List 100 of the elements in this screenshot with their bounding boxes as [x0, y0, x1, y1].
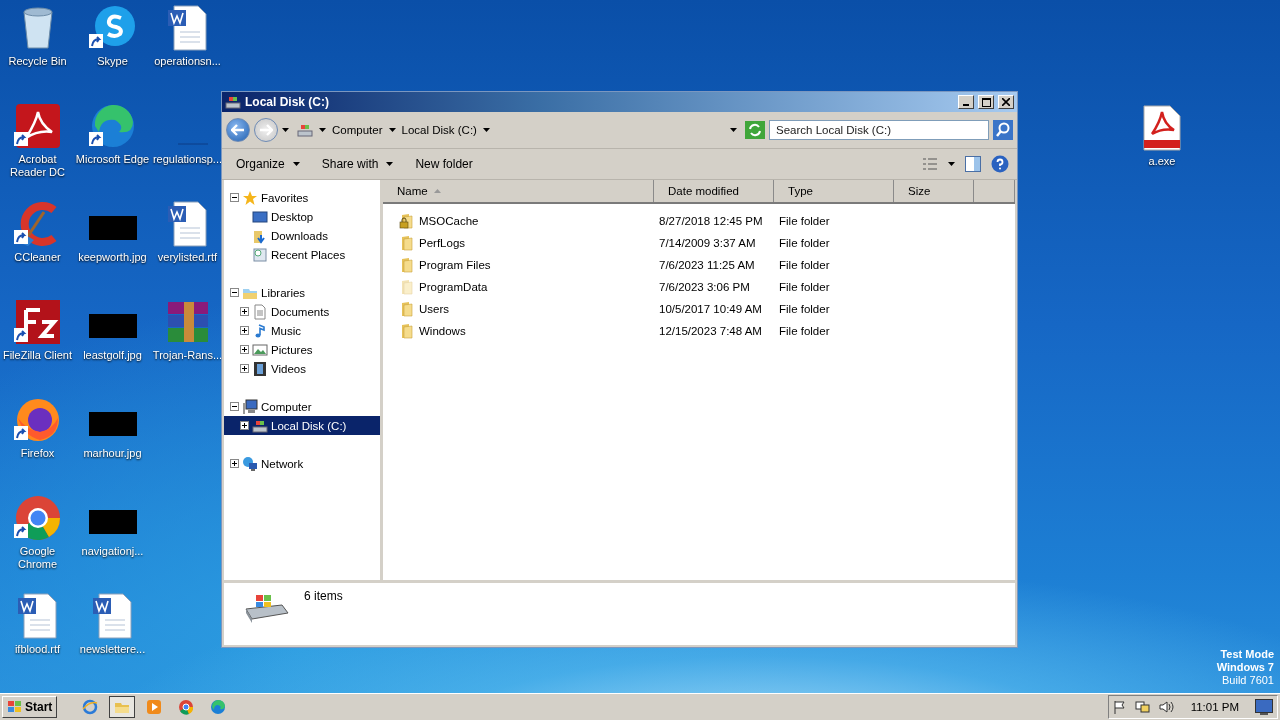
close-button[interactable] — [998, 95, 1014, 109]
firefox-icon[interactable] — [13, 396, 62, 444]
tree-item[interactable]: Network — [224, 454, 380, 473]
toolbar-button[interactable]: Organize — [230, 153, 306, 175]
expand-icon[interactable] — [240, 421, 249, 430]
tree-item[interactable]: Videos — [224, 359, 380, 378]
chrome-icon — [178, 699, 195, 715]
icon-label: keepworth.jpg — [77, 251, 148, 264]
windows-logo-icon — [7, 700, 23, 714]
caret-icon — [292, 162, 300, 166]
back-arrow-icon — [231, 124, 245, 136]
clock[interactable]: 11:01 PM — [1182, 701, 1247, 713]
icon-label: newslettere... — [78, 643, 147, 656]
type-cell-text: File folder — [778, 259, 831, 271]
column-header[interactable]: Size — [894, 180, 974, 202]
expand-icon[interactable] — [240, 364, 249, 373]
locked-folder-icon — [399, 213, 415, 229]
collapse-icon[interactable] — [230, 402, 239, 411]
file-name[interactable]: Program Files — [383, 257, 654, 273]
tree-item[interactable]: Favorites — [224, 188, 380, 207]
tree-item[interactable]: Documents — [224, 302, 380, 321]
folder-icon — [399, 257, 415, 273]
volume-icon[interactable] — [1158, 700, 1175, 714]
preview-pane-icon[interactable] — [965, 156, 981, 172]
type-cell-text: File folder — [778, 237, 831, 249]
type-cell-text: File folder — [778, 281, 831, 293]
date-cell-text: 10/5/2017 10:49 AM — [658, 303, 763, 315]
network-icon — [242, 455, 258, 472]
taskbar-app[interactable] — [109, 696, 136, 718]
recent-icon — [252, 246, 268, 263]
refresh-icon[interactable] — [745, 121, 765, 139]
ie-icon — [82, 699, 99, 715]
search-field[interactable]: Search Local Disk (C:) — [769, 120, 989, 140]
column-header[interactable]: Name — [383, 180, 654, 202]
date-cell-text: 12/15/2023 7:48 AM — [658, 325, 763, 337]
forward-button[interactable] — [254, 118, 278, 142]
file-name[interactable]: Windows — [383, 323, 654, 339]
icon-label: regulationsp... — [151, 153, 224, 166]
breadcrumb-item[interactable]: Computer — [332, 124, 383, 136]
expand-icon[interactable] — [240, 345, 249, 354]
icon-label: Firefox — [19, 447, 56, 460]
expand-icon[interactable] — [240, 326, 249, 335]
file-name[interactable]: Users — [383, 301, 654, 317]
desktop-icon — [252, 208, 268, 225]
chrome-icon[interactable] — [13, 494, 62, 542]
star-icon — [242, 189, 258, 206]
back-button[interactable] — [226, 118, 250, 142]
date-cell-text: 8/27/2018 12:45 PM — [658, 215, 764, 227]
tree-item[interactable]: Recent Places — [224, 245, 380, 264]
start-button[interactable]: Start — [2, 696, 58, 718]
icon-label: operationsn... — [153, 55, 222, 68]
collapse-icon[interactable] — [230, 193, 239, 202]
flag-icon[interactable] — [1112, 700, 1127, 714]
show-desktop-icon[interactable] — [1255, 699, 1273, 715]
tree-item[interactable]: Downloads — [224, 226, 380, 245]
column-header[interactable]: Date modified — [654, 180, 774, 202]
network-icon[interactable] — [1134, 700, 1151, 714]
search-icon[interactable] — [993, 120, 1013, 140]
drive-icon — [225, 94, 241, 110]
date-cell-text: 7/14/2009 3:37 AM — [658, 237, 757, 249]
expand-icon[interactable] — [240, 307, 249, 316]
toolbar-button[interactable]: Share with — [315, 153, 400, 175]
expand-icon[interactable] — [230, 459, 239, 468]
date-cell-text: 7/6/2023 3:06 PM — [658, 281, 751, 293]
filezilla-icon[interactable] — [13, 298, 62, 346]
tree-item[interactable]: Libraries — [224, 283, 380, 302]
icon-label: FileZilla Client — [1, 349, 74, 362]
folder-icon — [399, 235, 415, 251]
icon-label: a.exe — [1147, 155, 1177, 168]
edge-icon — [210, 699, 227, 715]
computer-icon — [242, 398, 258, 415]
icon-label: Acrobat Reader DC — [9, 153, 66, 179]
file-name[interactable]: MSOCache — [383, 213, 654, 229]
collapse-icon[interactable] — [230, 288, 239, 297]
tree-item[interactable]: Pictures — [224, 340, 380, 359]
tree-item[interactable]: Desktop — [224, 207, 380, 226]
toolbar-button[interactable]: New folder — [409, 153, 479, 175]
icon-label: marhour.jpg — [82, 447, 143, 460]
close-icon — [1002, 98, 1010, 106]
file-name[interactable]: PerfLogs — [383, 235, 654, 251]
acrobat-icon[interactable] — [13, 102, 62, 150]
help-icon[interactable] — [991, 155, 1009, 173]
videos-icon — [252, 360, 268, 377]
tree-item[interactable]: Local Disk (C:) — [224, 416, 380, 435]
minimize-button[interactable] — [958, 95, 974, 109]
tree-item[interactable]: Music — [224, 321, 380, 340]
drive-icon — [297, 122, 313, 138]
folder-icon — [399, 301, 415, 317]
os-notice: Windows 7 — [1216, 661, 1274, 674]
file-name[interactable]: ProgramData — [383, 279, 654, 295]
column-header[interactable]: Type — [774, 180, 894, 202]
icon-label: leastgolf.jpg — [82, 349, 143, 362]
edge-icon[interactable] — [88, 102, 137, 150]
tree-item[interactable]: Computer — [224, 397, 380, 416]
maximize-button[interactable] — [978, 95, 994, 109]
documents-icon — [252, 303, 268, 320]
caret-icon — [730, 128, 737, 132]
breadcrumb-item[interactable]: Local Disk (C:) — [401, 124, 477, 136]
caret-icon — [386, 162, 394, 166]
caret-icon — [948, 162, 955, 166]
